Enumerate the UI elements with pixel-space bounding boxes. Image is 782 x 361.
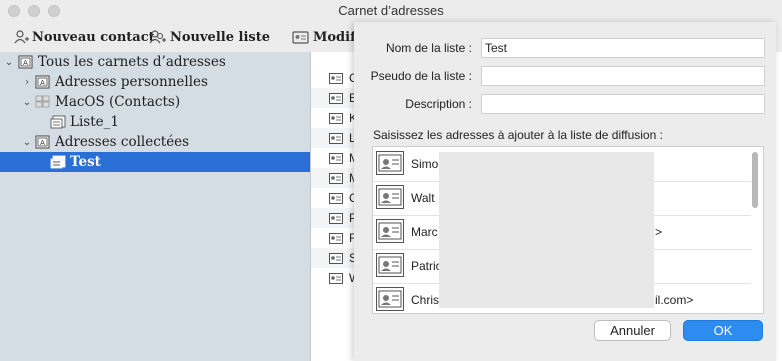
svg-text:A: A (40, 80, 45, 87)
contact-card-icon (329, 132, 343, 144)
address-book-icon: A (35, 75, 50, 89)
ok-button[interactable]: OK (683, 320, 763, 341)
contact-card-icon (329, 212, 343, 224)
chevron-down-icon[interactable]: ⌄ (22, 97, 32, 108)
contact-card-icon (329, 72, 343, 84)
contact-card-icon (376, 219, 404, 243)
contact-card-icon (329, 252, 343, 264)
svg-text:A: A (40, 140, 45, 147)
new-contact-button[interactable]: Nouveau contact (13, 27, 155, 47)
participant-text: Marc (411, 225, 438, 239)
chevron-down-icon[interactable]: ⌄ (4, 57, 14, 68)
contact-card-icon (376, 287, 404, 311)
contact-card-icon (376, 185, 404, 209)
redacted-region (439, 152, 654, 308)
contact-card-icon (329, 112, 343, 124)
sidebar-item-label: Adresses personnelles (55, 74, 208, 90)
sidebar-item-all-address-books[interactable]: ⌄ A Tous les carnets d’adresses (0, 52, 310, 72)
window-title: Carnet d’adresses (338, 3, 444, 18)
grid-icon (35, 95, 50, 108)
sidebar-item-macos-contacts[interactable]: ⌄ MacOS (Contacts) (0, 92, 310, 112)
sidebar-item-collected-addresses[interactable]: ⌄ A Adresses collectées (0, 132, 310, 152)
new-list-label: Nouvelle liste (170, 29, 270, 45)
contact-card-icon (376, 253, 404, 277)
cancel-button[interactable]: Annuler (594, 320, 671, 341)
instructions-label: Saisissez les adresses à ajouter à la li… (373, 128, 663, 142)
participant-text: Walt (411, 191, 435, 205)
list-name-input[interactable]: Test (481, 38, 765, 58)
sidebar-item-liste-1[interactable]: Liste_1 (0, 112, 310, 132)
new-list-icon (149, 30, 166, 44)
sidebar: ⌄ A Tous les carnets d’adresses › A Adre… (0, 52, 311, 361)
contact-card-icon (329, 192, 343, 204)
new-list-button[interactable]: Nouvelle liste (149, 27, 270, 47)
chevron-down-icon[interactable]: ⌄ (22, 137, 32, 148)
svg-text:A: A (23, 60, 28, 67)
contact-card-icon (329, 172, 343, 184)
address-book-icon: A (18, 55, 33, 69)
nickname-label: Pseudo de la liste : (370, 69, 472, 83)
list-name-label: Nom de la liste : (385, 41, 472, 55)
participants-scrollbar[interactable] (750, 150, 760, 310)
list-icon (50, 155, 66, 169)
sidebar-item-test[interactable]: Test (0, 152, 310, 172)
participant-text: Simo (411, 157, 439, 171)
new-contact-icon (14, 30, 29, 44)
edit-button[interactable]: Modifi (292, 27, 360, 47)
nickname-input[interactable] (481, 66, 765, 86)
contact-card-icon (292, 31, 309, 44)
sidebar-item-label: Test (70, 154, 101, 170)
sidebar-item-label: Adresses collectées (55, 134, 190, 150)
contact-card-icon (329, 232, 343, 244)
contact-card-icon (329, 92, 343, 104)
contact-card-icon (329, 152, 343, 164)
participant-text: Patric (411, 259, 442, 273)
participant-text: Chris (411, 293, 440, 307)
description-label: Description : (405, 97, 472, 111)
participant-suffix: > (655, 225, 663, 239)
scrollbar-thumb[interactable] (752, 152, 758, 208)
sidebar-item-label: MacOS (Contacts) (55, 94, 181, 110)
sidebar-item-label: Tous les carnets d’adresses (38, 54, 226, 70)
list-icon (50, 115, 66, 129)
participant-suffix: il.com> (655, 293, 694, 307)
edit-label: Modifi (313, 29, 360, 45)
chevron-right-icon[interactable]: › (22, 77, 32, 88)
sidebar-item-label: Liste_1 (70, 114, 119, 130)
address-book-icon: A (35, 135, 50, 149)
sidebar-item-personal-addresses[interactable]: › A Adresses personnelles (0, 72, 310, 92)
description-input[interactable] (481, 94, 765, 114)
contact-card-icon (376, 151, 404, 175)
contact-card-icon (329, 272, 343, 284)
new-contact-label: Nouveau contact (32, 29, 155, 45)
